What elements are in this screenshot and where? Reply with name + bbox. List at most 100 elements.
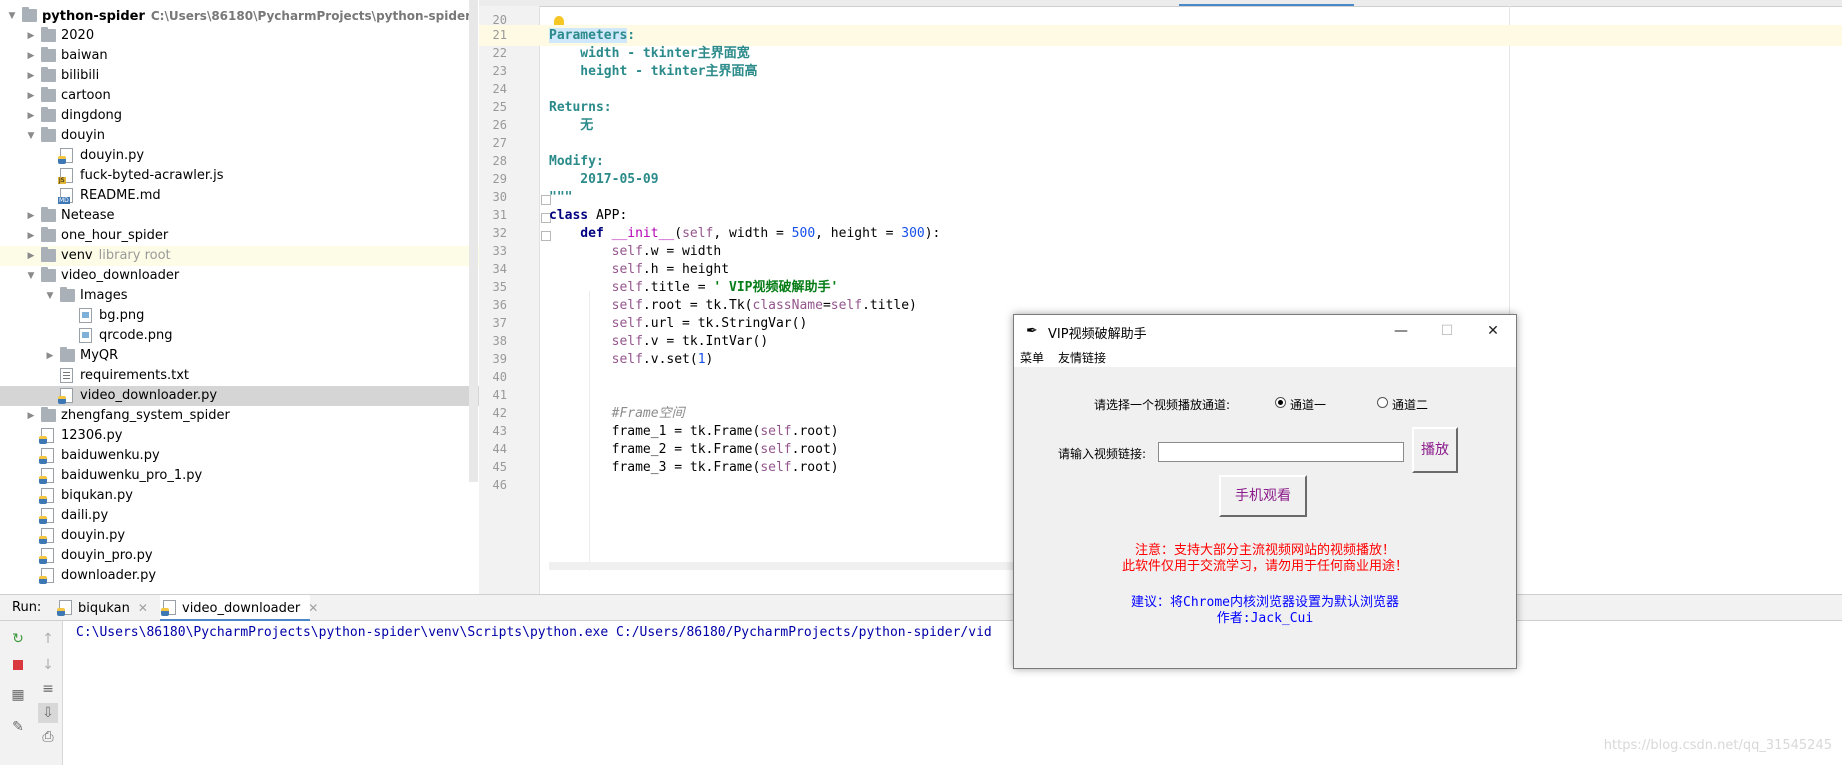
tree-item-label: MyQR <box>80 348 119 363</box>
minimize-button[interactable]: — <box>1378 315 1424 347</box>
tree-item[interactable]: ▶ cartoon <box>0 86 479 106</box>
chevron-down-icon[interactable]: ▼ <box>44 286 56 306</box>
up-arrow-icon[interactable]: ↑ <box>38 629 58 649</box>
tree-item[interactable]: requirements.txt <box>0 366 479 386</box>
close-icon[interactable]: ✕ <box>138 601 148 615</box>
mobile-watch-button[interactable]: 手机观看 <box>1219 475 1307 517</box>
code-self: self <box>760 424 792 439</box>
channel-1-radio[interactable] <box>1275 397 1286 408</box>
tree-item[interactable]: video_downloader.py <box>0 386 479 406</box>
tree-item[interactable]: ▶ one_hour_spider <box>0 226 479 246</box>
tree-item[interactable]: ▼ douyin <box>0 126 479 146</box>
tree-item[interactable]: ▶ Netease <box>0 206 479 226</box>
chevron-right-icon[interactable]: ▶ <box>25 246 37 266</box>
notice-usage-text: 此软件仅用于交流学习，请勿用于任何商业用途！ <box>1121 559 1408 574</box>
folder-icon <box>41 407 56 422</box>
tree-item-label: fuck-byted-acrawler.js <box>80 168 224 183</box>
tree-item-label: venv <box>61 248 93 263</box>
tree-item-label: douyin.py <box>61 528 126 543</box>
tree-item[interactable]: 12306.py <box>0 426 479 446</box>
channel-2-radio[interactable] <box>1377 397 1388 408</box>
chevron-right-icon[interactable]: ▶ <box>44 346 56 366</box>
chevron-down-icon[interactable]: ▼ <box>25 126 37 146</box>
chevron-right-icon[interactable]: ▶ <box>25 26 37 46</box>
vip-video-dialog: ✒ VIP视频破解助手 — ☐ ✕ 菜单 友情链接 请选择一个视频播放通道: 通… <box>1013 314 1517 669</box>
folder-icon <box>41 87 56 102</box>
rerun-icon[interactable]: ↻ <box>8 629 28 649</box>
run-tab-biqukan[interactable]: biqukan ✕ <box>56 595 148 621</box>
tree-item[interactable]: ▼ video_downloader <box>0 266 479 286</box>
chevron-down-icon[interactable]: ▼ <box>25 266 37 286</box>
run-tab-video-downloader[interactable]: video_downloader ✕ <box>160 595 318 621</box>
tree-item-label: douyin <box>61 128 105 143</box>
dialog-titlebar[interactable]: ✒ VIP视频破解助手 — ☐ ✕ <box>1014 315 1516 347</box>
play-button[interactable]: 播放 <box>1412 427 1458 473</box>
run-tab-label: video_downloader <box>182 601 301 616</box>
chevron-down-icon[interactable]: ▼ <box>6 6 18 26</box>
tree-item[interactable]: bg.png <box>0 306 479 326</box>
soft-wrap-icon[interactable]: ≡ <box>38 679 58 699</box>
tree-item[interactable]: ▶ dingdong <box>0 106 479 126</box>
chevron-right-icon[interactable]: ▶ <box>25 106 37 126</box>
tree-item-label: dingdong <box>61 108 123 123</box>
tree-item[interactable]: ▶ 2020 <box>0 26 479 46</box>
tree-item-label: douyin_pro.py <box>61 548 153 563</box>
print-icon[interactable]: ⎙ <box>38 727 58 747</box>
tree-item[interactable]: douyin.py <box>0 146 479 166</box>
tree-item-label: video_downloader.py <box>80 388 218 403</box>
tree-item[interactable]: douyin.py <box>0 526 479 546</box>
channel-2-label[interactable]: 通道二 <box>1392 396 1428 413</box>
tree-item[interactable]: douyin_pro.py <box>0 546 479 566</box>
menu-item-links[interactable]: 友情链接 <box>1058 349 1106 366</box>
console-output: C:\Users\86180\PycharmProjects\python-sp… <box>76 625 992 640</box>
tree-item[interactable]: biqukan.py <box>0 486 479 506</box>
chevron-right-icon[interactable]: ▶ <box>25 206 37 226</box>
stop-icon[interactable] <box>8 655 28 675</box>
tree-item[interactable]: qrcode.png <box>0 326 479 346</box>
code-text: .root) <box>791 424 839 439</box>
code-text: .w = width <box>642 244 722 259</box>
tree-item[interactable]: ▼ python-spider C:\Users\86180\PycharmProj… <box>0 6 479 26</box>
chevron-right-icon[interactable]: ▶ <box>25 46 37 66</box>
tree-item-label: video_downloader <box>61 268 180 283</box>
tree-item[interactable]: ▶ baiwan <box>0 46 479 66</box>
pin-icon[interactable]: ✎ <box>8 717 28 737</box>
layout-icon[interactable]: ▦ <box>8 685 28 705</box>
tree-item[interactable]: ▶ MyQR <box>0 346 479 366</box>
tree-scrollbar[interactable] <box>469 0 478 482</box>
tree-item[interactable]: ▶ zhengfang_system_spider <box>0 406 479 426</box>
tree-item[interactable]: baiduwenku.py <box>0 446 479 466</box>
video-url-input[interactable] <box>1158 442 1404 462</box>
chevron-right-icon[interactable]: ▶ <box>25 86 37 106</box>
run-label: Run: <box>12 600 42 615</box>
down-arrow-icon[interactable]: ↓ <box>38 655 58 675</box>
chevron-right-icon[interactable]: ▶ <box>25 66 37 86</box>
tree-item-label: daili.py <box>61 508 109 523</box>
menu-item-menu[interactable]: 菜单 <box>1020 349 1044 366</box>
tree-item-label: 2020 <box>61 28 95 43</box>
active-editor-tab[interactable] <box>1179 0 1354 6</box>
tree-item[interactable]: ▶ bilibili <box>0 66 479 86</box>
chevron-right-icon[interactable]: ▶ <box>25 406 37 426</box>
tree-item[interactable]: downloader.py <box>0 566 479 586</box>
close-icon[interactable]: ✕ <box>308 601 318 615</box>
editor-tab-strip[interactable] <box>479 0 1842 7</box>
channel-prompt-label: 请选择一个视频播放通道: <box>1094 398 1231 412</box>
code-text: ) <box>705 352 714 367</box>
maximize-button[interactable]: ☐ <box>1424 315 1470 347</box>
channel-1-label[interactable]: 通道一 <box>1290 396 1326 413</box>
scroll-to-end-icon[interactable]: ⇩ <box>38 703 58 723</box>
tree-item[interactable]: ▼ Images <box>0 286 479 306</box>
tree-item[interactable]: daili.py <box>0 506 479 526</box>
close-button[interactable]: ✕ <box>1470 315 1516 347</box>
code-self: self <box>549 334 643 349</box>
tree-item[interactable]: ▶ venv library root <box>0 246 479 266</box>
chevron-right-icon[interactable]: ▶ <box>25 226 37 246</box>
code-text: frame_3 = tk.Frame( <box>549 460 761 475</box>
tree-item[interactable]: README.md <box>0 186 479 206</box>
run-console[interactable] <box>0 621 1842 765</box>
tree-item[interactable]: fuck-byted-acrawler.js <box>0 166 479 186</box>
folder-icon <box>60 287 75 302</box>
tree-item[interactable]: baiduwenku_pro_1.py <box>0 466 479 486</box>
code-text: .v.set( <box>642 352 698 367</box>
